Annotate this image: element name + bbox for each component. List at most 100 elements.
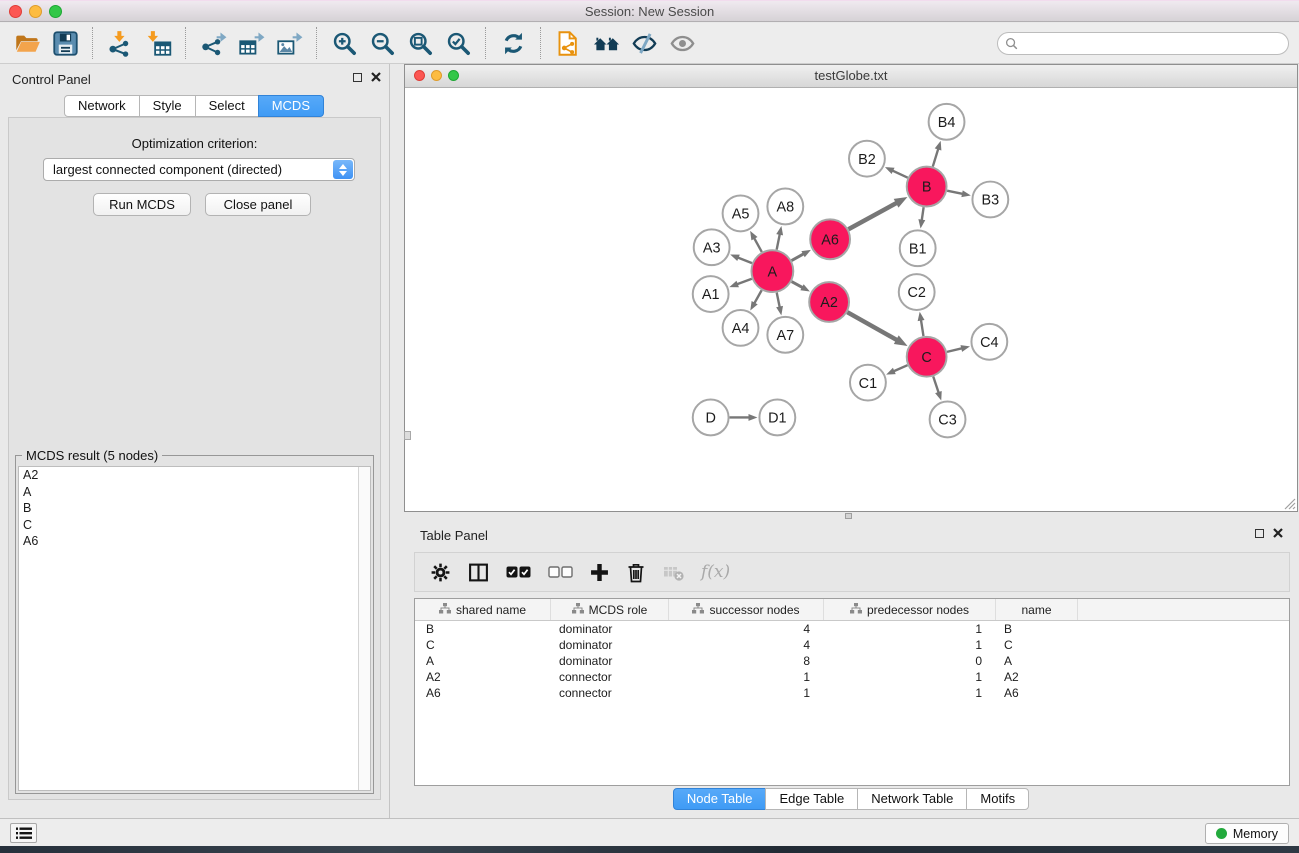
graph-edge-B-B2[interactable] xyxy=(891,170,908,178)
graph-node-A4[interactable]: A4 xyxy=(723,310,759,346)
graph-edge-A-A1[interactable] xyxy=(736,279,752,285)
task-history-button[interactable] xyxy=(10,823,37,843)
graph-edge-C-C4[interactable] xyxy=(947,348,963,352)
tab-node-table[interactable]: Node Table xyxy=(673,788,767,810)
result-item[interactable]: A xyxy=(19,484,370,501)
graph-node-A6[interactable]: A6 xyxy=(810,219,850,259)
table-row[interactable]: Adominator80A xyxy=(415,653,1289,669)
tab-network-table[interactable]: Network Table xyxy=(857,788,967,810)
network-graph[interactable]: A A1 A2 A3 A4 A5 A6 A7 A8 B B1 B2 B3 B4 C C1 C2 C3 C4 D D1 xyxy=(405,89,1297,511)
zoom-selected-icon[interactable] xyxy=(439,25,477,61)
hide-glasses-icon[interactable] xyxy=(625,25,663,61)
import-network-icon[interactable] xyxy=(101,25,139,61)
memory-button[interactable]: Memory xyxy=(1205,823,1289,844)
mcds-result-list[interactable]: A2ABCA6 xyxy=(18,466,371,791)
graph-node-D1[interactable]: D1 xyxy=(759,400,795,436)
run-mcds-button[interactable]: Run MCDS xyxy=(93,193,191,216)
result-item[interactable]: A6 xyxy=(19,533,370,550)
column-header-predecessor-nodes[interactable]: predecessor nodes xyxy=(824,599,996,620)
network-canvas[interactable]: A A1 A2 A3 A4 A5 A6 A7 A8 B B1 B2 B3 B4 C C1 C2 C3 C4 D D1 xyxy=(405,89,1297,511)
close-panel-button[interactable]: Close panel xyxy=(205,193,311,216)
graph-node-A8[interactable]: A8 xyxy=(767,189,803,225)
graph-edge-A-A7[interactable] xyxy=(777,293,780,309)
deselect-all-icon[interactable] xyxy=(548,565,573,579)
open-session-icon[interactable] xyxy=(8,25,46,61)
graph-node-C4[interactable]: C4 xyxy=(971,324,1007,360)
graph-edge-B-B4[interactable] xyxy=(933,147,939,166)
column-header-shared-name[interactable]: shared name xyxy=(415,599,551,620)
zoom-window-button[interactable] xyxy=(49,5,62,18)
graph-node-C3[interactable]: C3 xyxy=(930,402,966,438)
search-input[interactable] xyxy=(1019,34,1288,52)
graph-node-A7[interactable]: A7 xyxy=(767,317,803,353)
resize-grip-icon[interactable] xyxy=(1283,497,1296,510)
select-all-icon[interactable] xyxy=(506,565,531,579)
graph-node-B1[interactable]: B1 xyxy=(900,230,936,266)
table-row[interactable]: A2connector11A2 xyxy=(415,669,1289,685)
graph-edge-A2-C[interactable] xyxy=(847,312,899,341)
criterion-dropdown[interactable]: largest connected component (directed) xyxy=(43,158,355,181)
zoom-network-window-button[interactable] xyxy=(448,70,459,81)
graph-edge-C-C2[interactable] xyxy=(921,318,924,336)
tab-select[interactable]: Select xyxy=(195,95,259,117)
column-header-successor-nodes[interactable]: successor nodes xyxy=(669,599,824,620)
graph-node-B2[interactable]: B2 xyxy=(849,141,885,177)
close-panel-icon[interactable] xyxy=(371,72,381,82)
search-field[interactable] xyxy=(997,32,1289,55)
scrollbar[interactable] xyxy=(358,467,370,790)
graph-node-A2[interactable]: A2 xyxy=(809,282,849,322)
export-table-icon[interactable] xyxy=(232,25,270,61)
home-icon[interactable] xyxy=(587,25,625,61)
graph-edge-A-A5[interactable] xyxy=(753,237,761,252)
graph-node-A3[interactable]: A3 xyxy=(694,229,730,265)
tab-network[interactable]: Network xyxy=(64,95,140,117)
graph-node-D[interactable]: D xyxy=(693,400,729,436)
close-network-window-button[interactable] xyxy=(414,70,425,81)
result-item[interactable]: C xyxy=(19,517,370,534)
delete-icon[interactable] xyxy=(626,562,646,583)
refresh-icon[interactable] xyxy=(494,25,532,61)
graph-node-B3[interactable]: B3 xyxy=(972,182,1008,218)
result-item[interactable]: B xyxy=(19,500,370,517)
show-eye-icon[interactable] xyxy=(663,25,701,61)
graph-edge-B-B3[interactable] xyxy=(947,191,964,194)
graph-node-C2[interactable]: C2 xyxy=(899,274,935,310)
save-session-icon[interactable] xyxy=(46,25,84,61)
table-row[interactable]: Bdominator41B xyxy=(415,621,1289,637)
graph-edge-A-A3[interactable] xyxy=(736,257,752,263)
close-window-button[interactable] xyxy=(9,5,22,18)
zoom-in-icon[interactable] xyxy=(325,25,363,61)
tab-motifs[interactable]: Motifs xyxy=(966,788,1029,810)
tab-mcds[interactable]: MCDS xyxy=(258,95,324,117)
graph-edge-A-A6[interactable] xyxy=(792,253,806,260)
minimize-window-button[interactable] xyxy=(29,5,42,18)
tab-edge-table[interactable]: Edge Table xyxy=(765,788,858,810)
graph-node-B[interactable]: B xyxy=(907,167,947,207)
gear-icon[interactable] xyxy=(430,562,451,583)
float-panel-icon[interactable] xyxy=(1255,529,1264,538)
graph-edge-C-C1[interactable] xyxy=(892,365,907,372)
export-image-icon[interactable] xyxy=(270,25,308,61)
graph-node-A1[interactable]: A1 xyxy=(693,276,729,312)
network-from-file-icon[interactable] xyxy=(549,25,587,61)
network-window-titlebar[interactable]: testGlobe.txt xyxy=(405,65,1297,88)
column-header-name[interactable]: name xyxy=(996,599,1078,620)
float-panel-icon[interactable] xyxy=(353,73,362,82)
import-table-icon[interactable] xyxy=(139,25,177,61)
graph-edge-C-C3[interactable] xyxy=(933,377,939,395)
minimize-network-window-button[interactable] xyxy=(431,70,442,81)
graph-edge-A-A8[interactable] xyxy=(777,233,780,250)
close-panel-icon[interactable] xyxy=(1273,528,1283,538)
graph-node-C[interactable]: C xyxy=(907,337,947,377)
graph-node-B4[interactable]: B4 xyxy=(929,104,965,140)
graph-edge-A6-B[interactable] xyxy=(848,202,898,230)
add-column-icon[interactable] xyxy=(590,563,609,582)
graph-node-A5[interactable]: A5 xyxy=(723,195,759,231)
export-network-icon[interactable] xyxy=(194,25,232,61)
zoom-out-icon[interactable] xyxy=(363,25,401,61)
result-item[interactable]: A2 xyxy=(19,467,370,484)
zoom-fit-icon[interactable] xyxy=(401,25,439,61)
tab-style[interactable]: Style xyxy=(139,95,196,117)
graph-node-C1[interactable]: C1 xyxy=(850,365,886,401)
graph-node-A[interactable]: A xyxy=(751,250,793,292)
